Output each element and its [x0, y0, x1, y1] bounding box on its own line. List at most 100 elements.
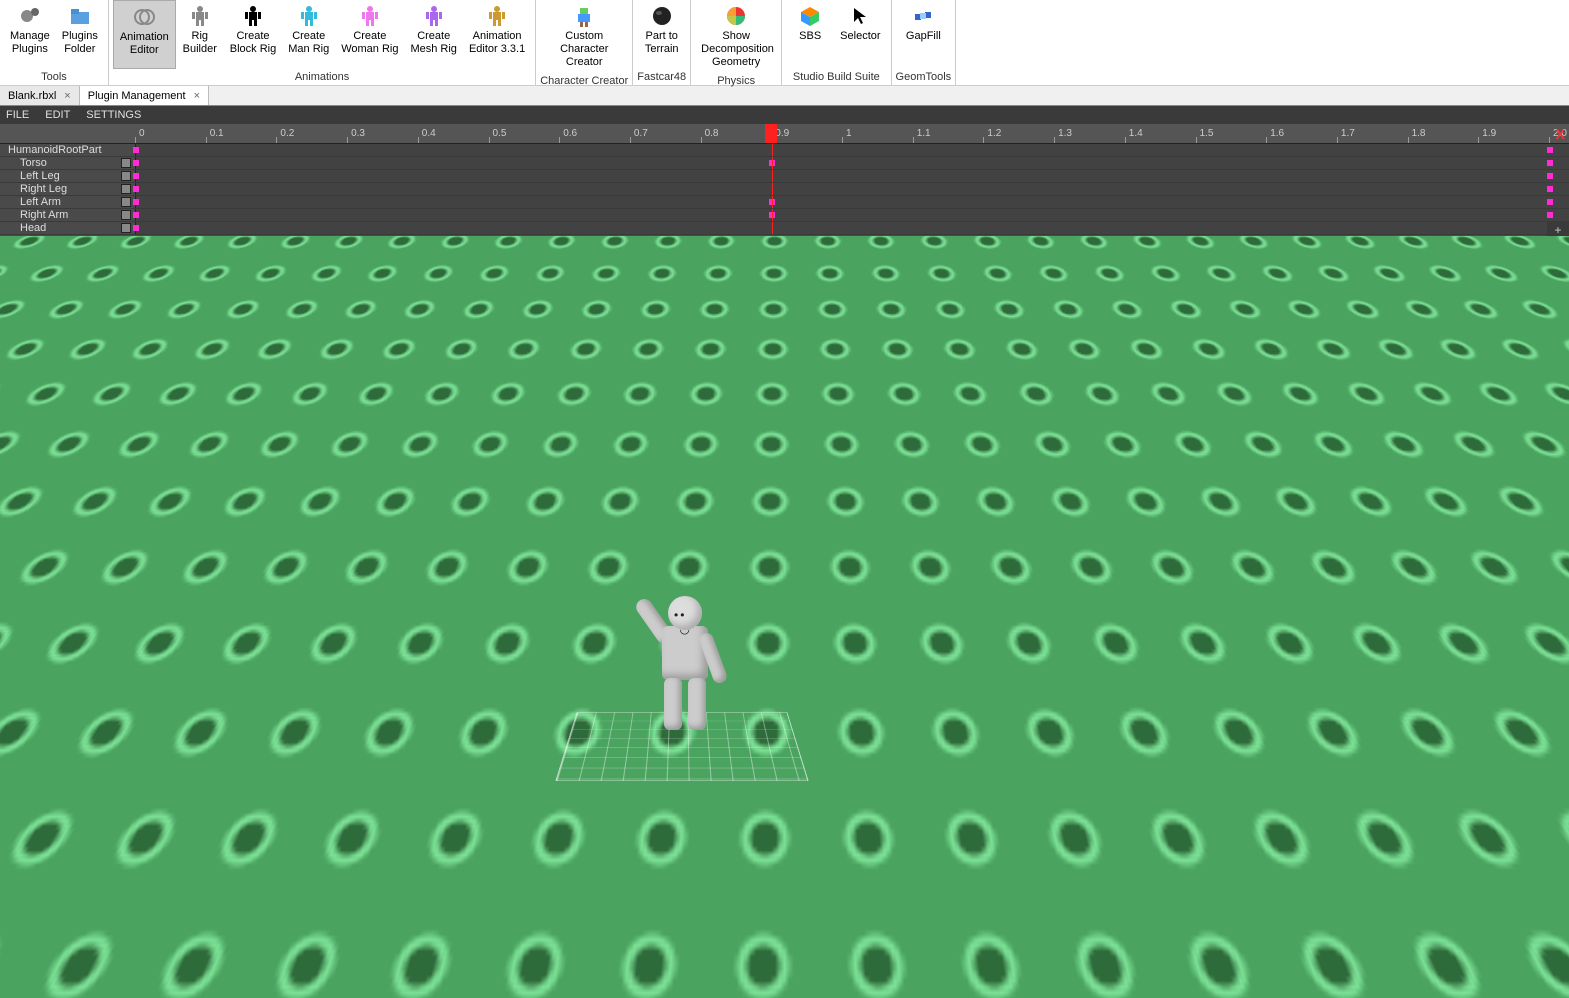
timeline-ruler[interactable]: 00.10.20.30.40.50.60.70.80.911.11.21.31.…: [0, 124, 1569, 144]
track-lane[interactable]: [135, 144, 1569, 156]
ruler-tick: 0.8: [701, 124, 719, 143]
track-lane[interactable]: [135, 157, 1569, 169]
track-row[interactable]: HumanoidRootPart: [0, 144, 1569, 157]
tick-label: 0.3: [351, 128, 365, 139]
gears-icon: [18, 4, 42, 28]
ruler-tick: 0.2: [276, 124, 294, 143]
create-woman-rig-button[interactable]: CreateWoman Rig: [335, 0, 404, 69]
keyframe-marker[interactable]: [1547, 186, 1553, 192]
ribbon-group: SBSSelectorStudio Build Suite: [782, 0, 891, 85]
track-row[interactable]: Right Arm: [0, 209, 1569, 222]
playhead-line: [772, 144, 773, 156]
menu-file[interactable]: FILE: [6, 109, 29, 121]
document-tab[interactable]: Blank.rbxl×: [0, 86, 80, 105]
playhead-line: [772, 170, 773, 182]
ruler-tick: 0.7: [630, 124, 648, 143]
keyframe-marker[interactable]: [133, 225, 139, 231]
track-lane[interactable]: [135, 170, 1569, 182]
character-name-label: Dummy: [750, 571, 819, 594]
playhead-scrubber[interactable]: [765, 124, 777, 143]
zoom-drag-handle[interactable]: =: [1548, 254, 1568, 270]
rig-black-icon: [241, 4, 265, 28]
plugins-folder-button[interactable]: PluginsFolder: [56, 0, 104, 69]
ruler-tick: 1.7: [1337, 124, 1355, 143]
track-row[interactable]: Right Leg: [0, 183, 1569, 196]
rig-purple-icon: [422, 4, 446, 28]
scene: Dummy •• ◡: [0, 236, 1569, 998]
track-row[interactable]: Left Arm: [0, 196, 1569, 209]
selector-button[interactable]: Selector: [834, 0, 886, 69]
menu-edit[interactable]: EDIT: [45, 109, 70, 121]
track-lane[interactable]: [135, 209, 1569, 221]
rig-cyan-icon: [297, 4, 321, 28]
ruler-tick: 1.2: [983, 124, 1001, 143]
tab-label: Plugin Management: [88, 90, 186, 102]
ribbon-group: Custom CharacterCreatorCharacter Creator: [536, 0, 633, 85]
track-lane[interactable]: [135, 222, 1569, 234]
ribbon-button-label: SBS: [799, 30, 821, 43]
create-mesh-rig-button[interactable]: CreateMesh Rig: [404, 0, 462, 69]
playhead-line: [772, 196, 773, 208]
track-row[interactable]: Left Leg: [0, 170, 1569, 183]
track-label: Torso: [0, 157, 135, 170]
sbs-button[interactable]: SBS: [786, 0, 834, 69]
track-visibility-checkbox[interactable]: [121, 184, 131, 194]
ribbon-button-label: Custom CharacterCreator: [549, 30, 619, 69]
create-man-rig-button[interactable]: CreateMan Rig: [282, 0, 335, 69]
keyframe-marker[interactable]: [1547, 160, 1553, 166]
track-label: Head: [0, 222, 135, 235]
part-to-terrain-button[interactable]: Part toTerrain: [638, 0, 686, 69]
track-visibility-checkbox[interactable]: [121, 158, 131, 168]
zoom-in-button[interactable]: +: [1548, 222, 1568, 238]
track-visibility-checkbox[interactable]: [121, 171, 131, 181]
tab-close-icon[interactable]: ×: [194, 90, 200, 102]
keyframe-marker[interactable]: [1547, 212, 1553, 218]
track-lane[interactable]: [135, 183, 1569, 195]
keyframe-marker[interactable]: [133, 147, 139, 153]
keyframe-marker[interactable]: [1547, 147, 1553, 153]
track-visibility-checkbox[interactable]: [121, 223, 131, 233]
create-block-rig-button[interactable]: CreateBlock Rig: [224, 0, 282, 69]
animation-editor-331-button[interactable]: AnimationEditor 3.3.1: [463, 0, 531, 69]
zoom-out-button[interactable]: −: [1548, 238, 1568, 254]
keyframe-marker[interactable]: [133, 173, 139, 179]
keyframe-marker[interactable]: [133, 199, 139, 205]
tick-label: 1.2: [987, 128, 1001, 139]
tab-close-icon[interactable]: ×: [64, 90, 70, 102]
track-row[interactable]: Torso: [0, 157, 1569, 170]
show-decomposition-geometry-button[interactable]: Show DecompositionGeometry: [695, 0, 777, 73]
menu-settings[interactable]: SETTINGS: [86, 109, 141, 121]
ruler-tick: 1.1: [913, 124, 931, 143]
globe-colors-icon: [724, 4, 748, 28]
tick-label: 1.9: [1482, 128, 1496, 139]
character-creator-icon: [572, 4, 596, 28]
track-visibility-checkbox[interactable]: [121, 197, 131, 207]
custom-character-creator-button[interactable]: Custom CharacterCreator: [543, 0, 625, 73]
playhead-line: [772, 183, 773, 195]
keyframe-marker[interactable]: [1547, 173, 1553, 179]
rig-builder-button[interactable]: RigBuilder: [176, 0, 224, 69]
viewport-3d[interactable]: Dummy •• ◡: [0, 236, 1569, 998]
tick-label: 1.3: [1058, 128, 1072, 139]
track-visibility-checkbox[interactable]: [121, 210, 131, 220]
keyframe-marker[interactable]: [133, 186, 139, 192]
sphere-dark-icon: [650, 4, 674, 28]
gapfill-button[interactable]: GapFill: [899, 0, 947, 69]
keyframe-marker[interactable]: [1547, 199, 1553, 205]
tick-label: 0.1: [210, 128, 224, 139]
track-row[interactable]: Head: [0, 222, 1569, 235]
track-lane[interactable]: [135, 196, 1569, 208]
rig-gray-icon: [188, 4, 212, 28]
keyframe-marker[interactable]: [133, 212, 139, 218]
track-label: HumanoidRootPart: [0, 144, 135, 157]
character-dummy[interactable]: •• ◡: [640, 596, 730, 766]
keyframe-marker[interactable]: [133, 160, 139, 166]
animation-editor-button[interactable]: AnimationEditor: [113, 0, 176, 69]
ribbon-button-label: CreateMesh Rig: [410, 30, 456, 56]
document-tab[interactable]: Plugin Management ×: [80, 86, 209, 105]
close-icon[interactable]: X: [1556, 126, 1565, 142]
ribbon-button-label: CreateWoman Rig: [341, 30, 398, 56]
ruler-tick: 1: [842, 124, 852, 143]
ruler-tick: 1.3: [1054, 124, 1072, 143]
manage-plugins-button[interactable]: ManagePlugins: [4, 0, 56, 69]
